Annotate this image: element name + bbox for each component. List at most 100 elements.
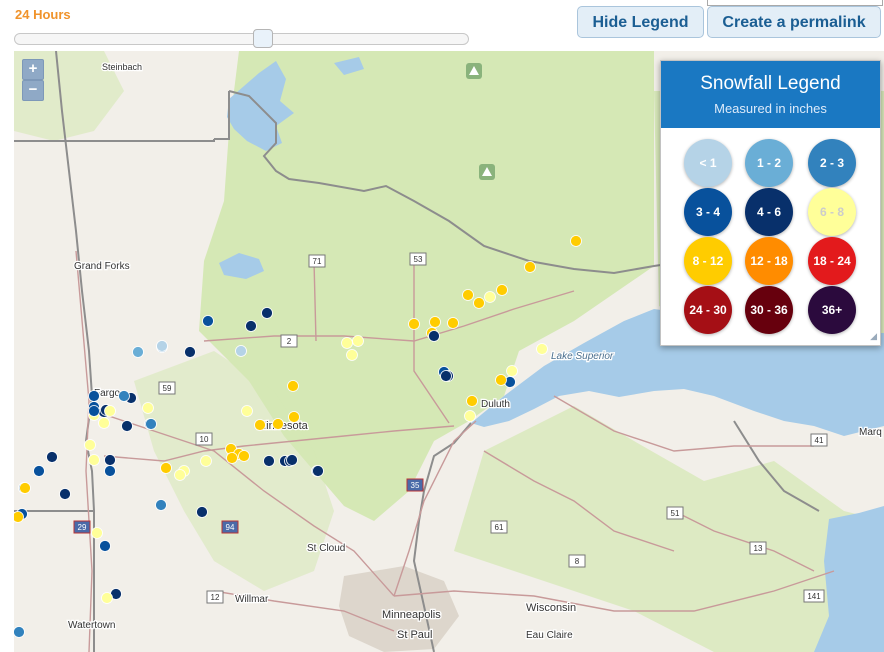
snowfall-station-marker[interactable] — [286, 454, 298, 466]
snowfall-station-marker[interactable] — [99, 540, 111, 552]
place-label: Minneapolis — [382, 609, 441, 621]
snowfall-station-marker[interactable] — [484, 291, 496, 303]
snowfall-station-marker[interactable] — [196, 506, 208, 518]
route-label: 141 — [807, 592, 821, 601]
snowfall-station-marker[interactable] — [104, 465, 116, 477]
snowfall-station-marker[interactable] — [254, 419, 266, 431]
snowfall-station-marker[interactable] — [174, 469, 186, 481]
snowfall-station-marker[interactable] — [202, 315, 214, 327]
snowfall-station-marker[interactable] — [142, 402, 154, 414]
snowfall-station-marker[interactable] — [104, 454, 116, 466]
snowfall-station-marker[interactable] — [121, 420, 133, 432]
route-shield: 71 — [308, 254, 326, 268]
snowfall-station-marker[interactable] — [440, 370, 452, 382]
snowfall-station-marker[interactable] — [341, 337, 353, 349]
zoom-out-button[interactable]: − — [22, 80, 44, 101]
route-label: 8 — [575, 557, 580, 566]
snowfall-station-marker[interactable] — [288, 411, 300, 423]
snowfall-station-marker[interactable] — [241, 405, 253, 417]
route-label: 10 — [200, 435, 209, 444]
snowfall-station-marker[interactable] — [118, 390, 130, 402]
create-permalink-button[interactable]: Create a permalink — [707, 6, 881, 38]
snowfall-station-marker[interactable] — [464, 410, 476, 422]
snowfall-station-marker[interactable] — [238, 450, 250, 462]
snowfall-station-marker[interactable] — [287, 380, 299, 392]
snowfall-station-marker[interactable] — [408, 318, 420, 330]
period-slider-handle[interactable] — [253, 29, 274, 48]
legend-swatch: 4 - 6 — [745, 188, 793, 236]
snowfall-legend: Snowfall Legend Measured in inches < 1 1 … — [660, 60, 881, 346]
snowfall-station-marker[interactable] — [466, 395, 478, 407]
place-label: Watertown — [68, 620, 115, 631]
snowfall-station-marker[interactable] — [245, 320, 257, 332]
route-label: 12 — [211, 593, 220, 602]
snowfall-station-marker[interactable] — [462, 289, 474, 301]
snowfall-station-marker[interactable] — [524, 261, 536, 273]
snowfall-station-marker[interactable] — [88, 454, 100, 466]
legend-swatch: 8 - 12 — [684, 237, 732, 285]
snowfall-station-marker[interactable] — [33, 465, 45, 477]
snowfall-station-marker[interactable] — [101, 592, 113, 604]
route-shield: 51 — [666, 506, 684, 520]
snowfall-station-marker[interactable] — [14, 626, 25, 638]
snowfall-station-marker[interactable] — [88, 405, 100, 417]
place-label: St Cloud — [307, 543, 345, 554]
snowfall-station-marker[interactable] — [570, 235, 582, 247]
snowfall-station-marker[interactable] — [184, 346, 196, 358]
route-shield: 8 — [568, 554, 586, 568]
top-controls: 24 Hours Hide Legend Create a permalink — [0, 0, 884, 50]
legend-swatch: 6 - 8 — [808, 188, 856, 236]
snowfall-station-marker[interactable] — [506, 365, 518, 377]
snowfall-station-marker[interactable] — [263, 455, 275, 467]
snowfall-station-marker[interactable] — [132, 346, 144, 358]
snowfall-station-marker[interactable] — [447, 317, 459, 329]
snowfall-station-marker[interactable] — [104, 405, 116, 417]
snowfall-station-marker[interactable] — [160, 462, 172, 474]
resize-grip-icon[interactable]: ◢ — [870, 331, 877, 342]
route-shield: 61 — [490, 520, 508, 534]
snowfall-station-marker[interactable] — [59, 488, 71, 500]
snowfall-station-marker[interactable] — [156, 340, 168, 352]
snowfall-station-marker[interactable] — [200, 455, 212, 467]
legend-swatch: < 1 — [684, 139, 732, 187]
snowfall-station-marker[interactable] — [235, 345, 247, 357]
snowfall-station-marker[interactable] — [84, 439, 96, 451]
route-label: 29 — [78, 523, 87, 532]
legend-title: Snowfall Legend — [700, 73, 841, 94]
period-slider-track[interactable] — [14, 33, 469, 45]
snowfall-station-marker[interactable] — [14, 511, 24, 523]
place-label: Wisconsin — [526, 602, 576, 614]
snowfall-station-marker[interactable] — [261, 307, 273, 319]
snowfall-station-marker[interactable] — [473, 297, 485, 309]
place-label: Steinbach — [102, 62, 142, 72]
snowfall-station-marker[interactable] — [19, 482, 31, 494]
snowfall-station-marker[interactable] — [312, 465, 324, 477]
legend-swatch: 36+ — [808, 286, 856, 334]
route-shield: 94 — [221, 520, 239, 534]
route-shield: 41 — [810, 433, 828, 447]
snowfall-station-marker[interactable] — [352, 335, 364, 347]
snowfall-station-marker[interactable] — [145, 418, 157, 430]
snowfall-station-marker[interactable] — [346, 349, 358, 361]
snowfall-station-marker[interactable] — [91, 527, 103, 539]
place-label: St Paul — [397, 629, 432, 641]
snowfall-station-marker[interactable] — [495, 374, 507, 386]
snowfall-station-marker[interactable] — [226, 452, 238, 464]
hide-legend-button[interactable]: Hide Legend — [577, 6, 704, 38]
snowfall-station-marker[interactable] — [429, 316, 441, 328]
snowfall-station-marker[interactable] — [46, 451, 58, 463]
route-shield: 2 — [280, 334, 298, 348]
snowfall-station-marker[interactable] — [155, 499, 167, 511]
snowfall-station-marker[interactable] — [88, 390, 100, 402]
place-label: Eau Claire — [526, 630, 573, 641]
snowfall-station-marker[interactable] — [536, 343, 548, 355]
place-label: Lake Superior — [551, 351, 614, 362]
snowfall-station-marker[interactable] — [98, 417, 110, 429]
legend-swatch: 18 - 24 — [808, 237, 856, 285]
legend-swatch: 12 - 18 — [745, 237, 793, 285]
snowfall-station-marker[interactable] — [496, 284, 508, 296]
zoom-in-button[interactable]: + — [22, 59, 44, 80]
snowfall-station-marker[interactable] — [428, 330, 440, 342]
legend-swatch: 30 - 36 — [745, 286, 793, 334]
snowfall-station-marker[interactable] — [272, 418, 284, 430]
